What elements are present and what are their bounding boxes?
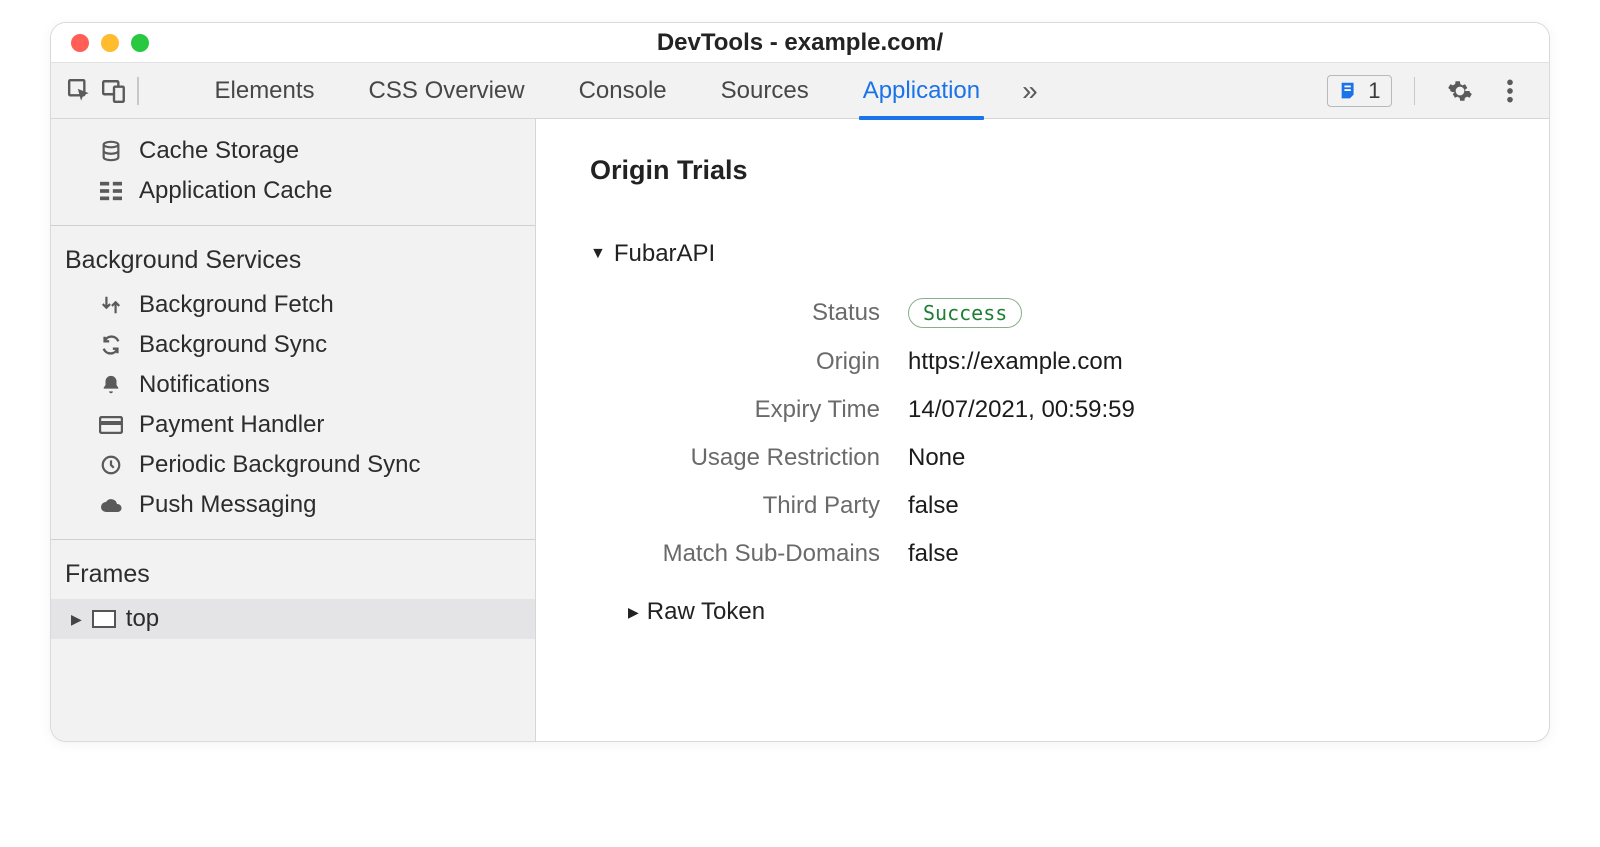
- label-origin: Origin: [590, 348, 908, 376]
- origin-trials-panel: Origin Trials ▼ FubarAPI Status Success …: [536, 119, 1549, 741]
- chevron-right-icon: ▶: [71, 611, 82, 628]
- label-usage-restriction: Usage Restriction: [590, 444, 908, 472]
- sidebar-item-label: Background Sync: [139, 331, 327, 359]
- sidebar-item-application-cache[interactable]: Application Cache: [51, 171, 535, 211]
- main-toolbar: Elements CSS Overview Console Sources Ap…: [51, 63, 1549, 119]
- background-fetch-icon: [97, 295, 125, 315]
- sidebar-item-label: Payment Handler: [139, 411, 324, 439]
- cloud-icon: [97, 495, 125, 515]
- trial-row[interactable]: ▼ FubarAPI: [590, 236, 1495, 272]
- sidebar-item-payment-handler[interactable]: Payment Handler: [51, 405, 535, 445]
- value-usage-restriction: None: [908, 444, 965, 472]
- tab-console[interactable]: Console: [561, 63, 685, 119]
- label-third-party: Third Party: [590, 492, 908, 520]
- database-icon: [97, 141, 125, 161]
- credit-card-icon: [97, 415, 125, 435]
- sidebar-item-label: Application Cache: [139, 177, 332, 205]
- label-match-subdomains: Match Sub-Domains: [590, 540, 908, 568]
- sidebar-item-label: top: [126, 605, 159, 633]
- status-badge: Success: [908, 298, 1022, 328]
- device-toggle-icon[interactable]: [97, 74, 131, 108]
- sync-icon: [97, 335, 125, 355]
- separator: [51, 225, 535, 226]
- panel-title: Origin Trials: [590, 155, 1495, 186]
- sidebar-item-label: Notifications: [139, 371, 270, 399]
- tab-sources[interactable]: Sources: [703, 63, 827, 119]
- value-match-subdomains: false: [908, 540, 959, 568]
- sidebar-item-label: Background Fetch: [139, 291, 334, 319]
- titlebar: DevTools - example.com/: [51, 23, 1549, 63]
- sidebar-section-background-services[interactable]: Background Services: [51, 240, 535, 285]
- sidebar-item-cache-storage[interactable]: Cache Storage: [51, 131, 535, 171]
- application-sidebar: Cache Storage Application Cache Backgrou…: [51, 119, 536, 741]
- sidebar-section-frames[interactable]: Frames: [51, 554, 535, 599]
- issues-count: 1: [1368, 78, 1380, 104]
- value-origin: https://example.com: [908, 348, 1123, 376]
- sidebar-item-label: Cache Storage: [139, 137, 299, 165]
- bell-icon: [97, 375, 125, 395]
- chevron-right-icon: ▶: [628, 604, 639, 621]
- grid-icon: [97, 181, 125, 201]
- sidebar-item-label: Push Messaging: [139, 491, 316, 519]
- raw-token-row[interactable]: ▶ Raw Token: [628, 594, 1495, 630]
- trial-name: FubarAPI: [614, 240, 715, 268]
- separator: [137, 77, 139, 105]
- raw-token-label: Raw Token: [647, 598, 765, 626]
- chevron-down-icon: ▼: [590, 245, 606, 263]
- sidebar-item-push-messaging[interactable]: Push Messaging: [51, 485, 535, 525]
- label-status: Status: [590, 299, 908, 327]
- more-icon[interactable]: [1493, 74, 1527, 108]
- sidebar-item-notifications[interactable]: Notifications: [51, 365, 535, 405]
- window-title: DevTools - example.com/: [51, 29, 1549, 57]
- sidebar-item-background-sync[interactable]: Background Sync: [51, 325, 535, 365]
- sidebar-item-periodic-background-sync[interactable]: Periodic Background Sync: [51, 445, 535, 485]
- separator: [51, 539, 535, 540]
- sidebar-item-frame-top[interactable]: ▶ top: [51, 599, 535, 639]
- tab-application[interactable]: Application: [845, 63, 998, 119]
- tab-css-overview[interactable]: CSS Overview: [351, 63, 543, 119]
- separator: [1414, 77, 1416, 105]
- more-tabs-icon[interactable]: »: [1016, 75, 1044, 107]
- tab-elements[interactable]: Elements: [197, 63, 333, 119]
- settings-icon[interactable]: [1443, 74, 1477, 108]
- frame-icon: [92, 610, 116, 628]
- value-expiry: 14/07/2021, 00:59:59: [908, 396, 1135, 424]
- inspect-element-icon[interactable]: [63, 74, 97, 108]
- sidebar-item-label: Periodic Background Sync: [139, 451, 420, 479]
- clock-icon: [97, 455, 125, 475]
- sidebar-item-background-fetch[interactable]: Background Fetch: [51, 285, 535, 325]
- label-expiry: Expiry Time: [590, 396, 908, 424]
- issues-badge[interactable]: 1: [1327, 75, 1391, 107]
- value-third-party: false: [908, 492, 959, 520]
- devtools-window: DevTools - example.com/ Elements CSS Ove…: [50, 22, 1550, 742]
